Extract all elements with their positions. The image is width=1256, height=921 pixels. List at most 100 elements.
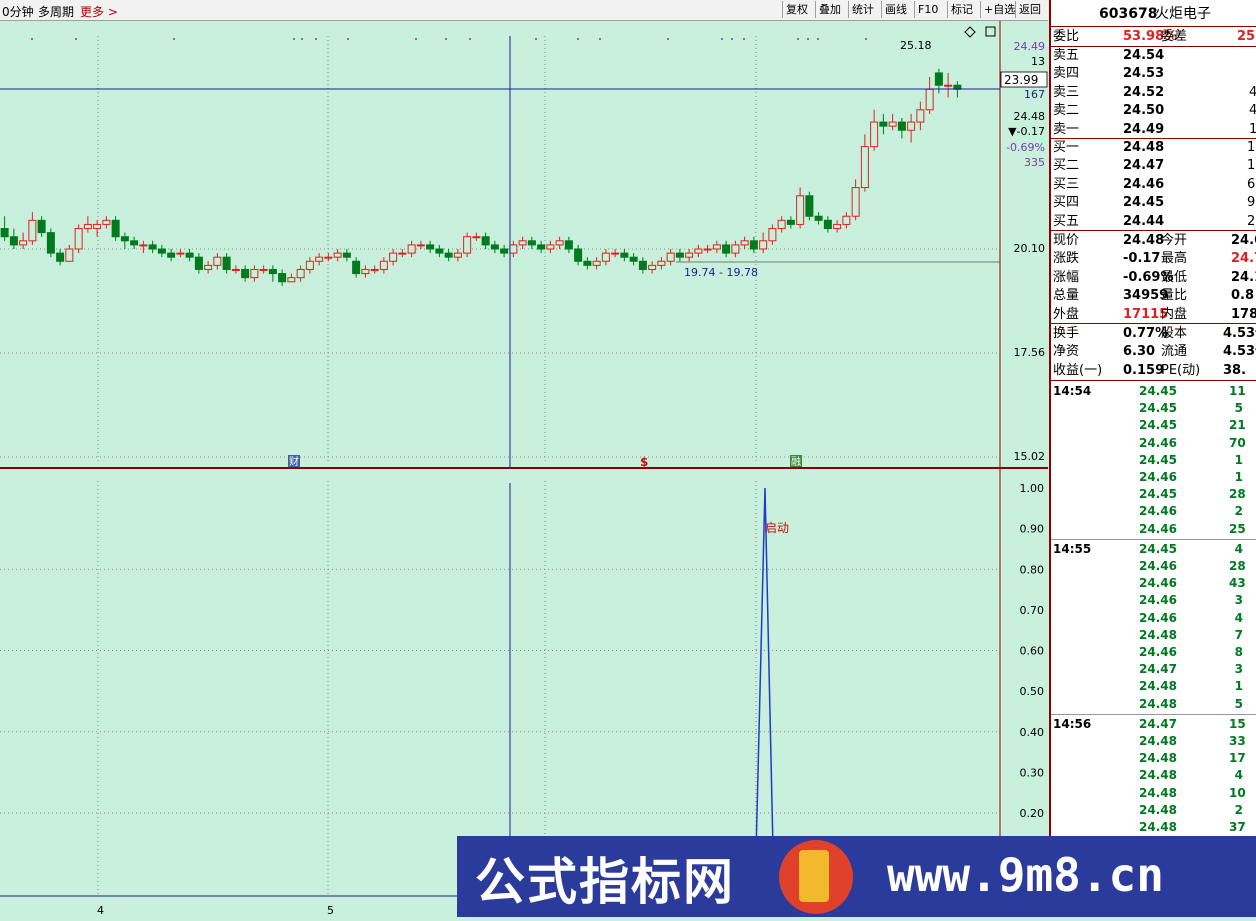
kline-chart[interactable]: 24.49 13 167 24.48 ▼-0.17 -0.69% 335 20.10 17.56… [0,21,1048,917]
tick-row[interactable]: 24.48 7 [1051,627,1256,644]
candle-up [685,252,694,258]
bid-volume: 16 [1247,140,1256,155]
tick-volume: 2 [1234,504,1243,519]
candle-up [305,260,314,270]
candle-up [472,236,481,239]
overlay-button[interactable]: 叠加 [815,1,844,18]
price-cursor-label: 23.99 [1004,73,1038,87]
event-dot [817,38,819,40]
f10-button[interactable]: F10 [914,1,941,18]
price-axis-label: 335 [1024,156,1045,169]
candle-up [398,252,407,255]
bid-row: 买三 24.46 6 [1051,176,1256,194]
tick-row[interactable]: 24.46 2 [1051,503,1256,520]
candle-down [675,252,684,258]
candle-down [130,240,139,246]
candle-up [65,248,74,262]
candle-down [37,219,46,234]
quote-value: 0.8 [1231,288,1255,304]
candle-down [268,268,277,275]
candle-up [916,109,925,123]
candle-up [555,240,564,246]
candle-up [712,244,721,250]
tick-row[interactable]: 24.46 3 [1051,592,1256,609]
candle-up [463,236,472,254]
ask-row: 卖三 24.52 4 [1051,84,1256,102]
period-selector[interactable]: 0分钟 [2,3,34,20]
tick-row[interactable]: 24.48 37 [1051,819,1256,836]
candle-up [731,244,740,254]
candle-up [333,252,342,258]
tick-row[interactable]: 24.46 70 [1051,435,1256,452]
tick-row[interactable]: 24.46 43 [1051,575,1256,592]
draw-line-button[interactable]: 画线 [881,1,910,18]
tick-row[interactable]: 24.48 1 [1051,678,1256,695]
tick-volume: 21 [1229,418,1246,433]
quote-value: 24.7 [1231,251,1256,267]
tick-row[interactable]: 24.46 25 [1051,521,1256,538]
tick-price: 24.48 [1139,679,1177,694]
more-button[interactable]: 更多 > [80,3,118,20]
tick-row[interactable]: 24.48 4 [1051,767,1256,784]
candle-up [204,264,213,270]
candle-up [768,228,777,242]
tick-row[interactable]: 24.46 1 [1051,469,1256,486]
tick-price: 24.46 [1139,645,1177,659]
tick-row[interactable]: 24.48 5 [1051,696,1256,713]
candle-up [611,252,620,255]
tick-price: 24.48 [1139,627,1177,642]
multi-period-button[interactable]: 多周期 [38,3,74,20]
watermark-banner: 公式指标网 www.9m8.cn [457,836,1256,917]
price-axis-label: 15.02 [1014,450,1046,463]
tick-row[interactable]: 24.46 4 [1051,610,1256,627]
tick-row[interactable]: 24.48 10 [1051,785,1256,802]
tick-row[interactable]: 14:55 24.45 4 [1051,541,1256,558]
candle-down [9,236,18,246]
tick-price: 24.48 [1139,768,1177,783]
add-watchlist-button[interactable]: +自选 [980,1,1018,18]
ask-price: 24.54 [1123,48,1165,63]
restore-rights-button[interactable]: 复权 [782,1,811,18]
back-button[interactable]: 返回 [1015,1,1044,18]
quote-label: 量比 [1161,288,1188,304]
tick-divider [1051,713,1256,715]
candle-down [444,252,453,258]
chart-svg[interactable]: 24.49 13 167 24.48 ▼-0.17 -0.69% 335 20.10 17.56… [0,21,1048,917]
tick-row[interactable]: 24.48 33 [1051,733,1256,750]
tick-row[interactable]: 24.46 28 [1051,558,1256,575]
candle-up [407,244,416,254]
stats-row: 换手0.77%股本4.53亿 [1051,325,1256,343]
tick-row[interactable]: 24.46 8 [1051,644,1256,661]
tick-row[interactable]: 24.45 5 [1051,400,1256,417]
ask-row: 卖一 24.49 1 [1051,121,1256,139]
tick-price: 24.46 [1139,521,1177,536]
ask-label: 卖四 [1053,66,1080,82]
candle-up [759,240,768,250]
candle-down [167,252,176,258]
tick-row[interactable]: 24.45 21 [1051,417,1256,434]
tick-row[interactable]: 14:56 24.47 15 [1051,716,1256,733]
candle-down [185,252,194,258]
tick-row[interactable]: 24.48 17 [1051,750,1256,767]
tick-row[interactable]: 24.47 3 [1051,661,1256,678]
tick-row[interactable]: 14:54 24.45 11 [1051,383,1256,400]
tick-row[interactable]: 24.48 2 [1051,802,1256,819]
chart-overlays: 24.49 13 167 24.48 ▼-0.17 -0.69% 335 20.10 17.56… [0,26,1048,917]
ask-price: 24.52 [1123,84,1165,100]
candle-up [361,268,370,275]
mark-button[interactable]: 标记 [947,1,976,18]
tick-row[interactable]: 24.45 1 [1051,452,1256,469]
margin-marker-text: 融 [791,456,801,468]
indicator-axis-label: 0.90 [1020,523,1045,536]
stats-row: 收益(一) 0.159 PE(动) 38. [1051,362,1256,380]
stats-label: 流通 [1161,344,1188,360]
tick-price: 24.46 [1139,470,1177,484]
tick-volume: 70 [1229,435,1246,450]
tick-row[interactable]: 24.45 28 [1051,486,1256,503]
candle-down [879,121,888,127]
event-dot [469,38,471,40]
window-icon [985,26,996,37]
stock-name: 火炬电子 [1155,6,1211,22]
stats-button[interactable]: 统计 [848,1,877,18]
candle-down [120,236,129,242]
